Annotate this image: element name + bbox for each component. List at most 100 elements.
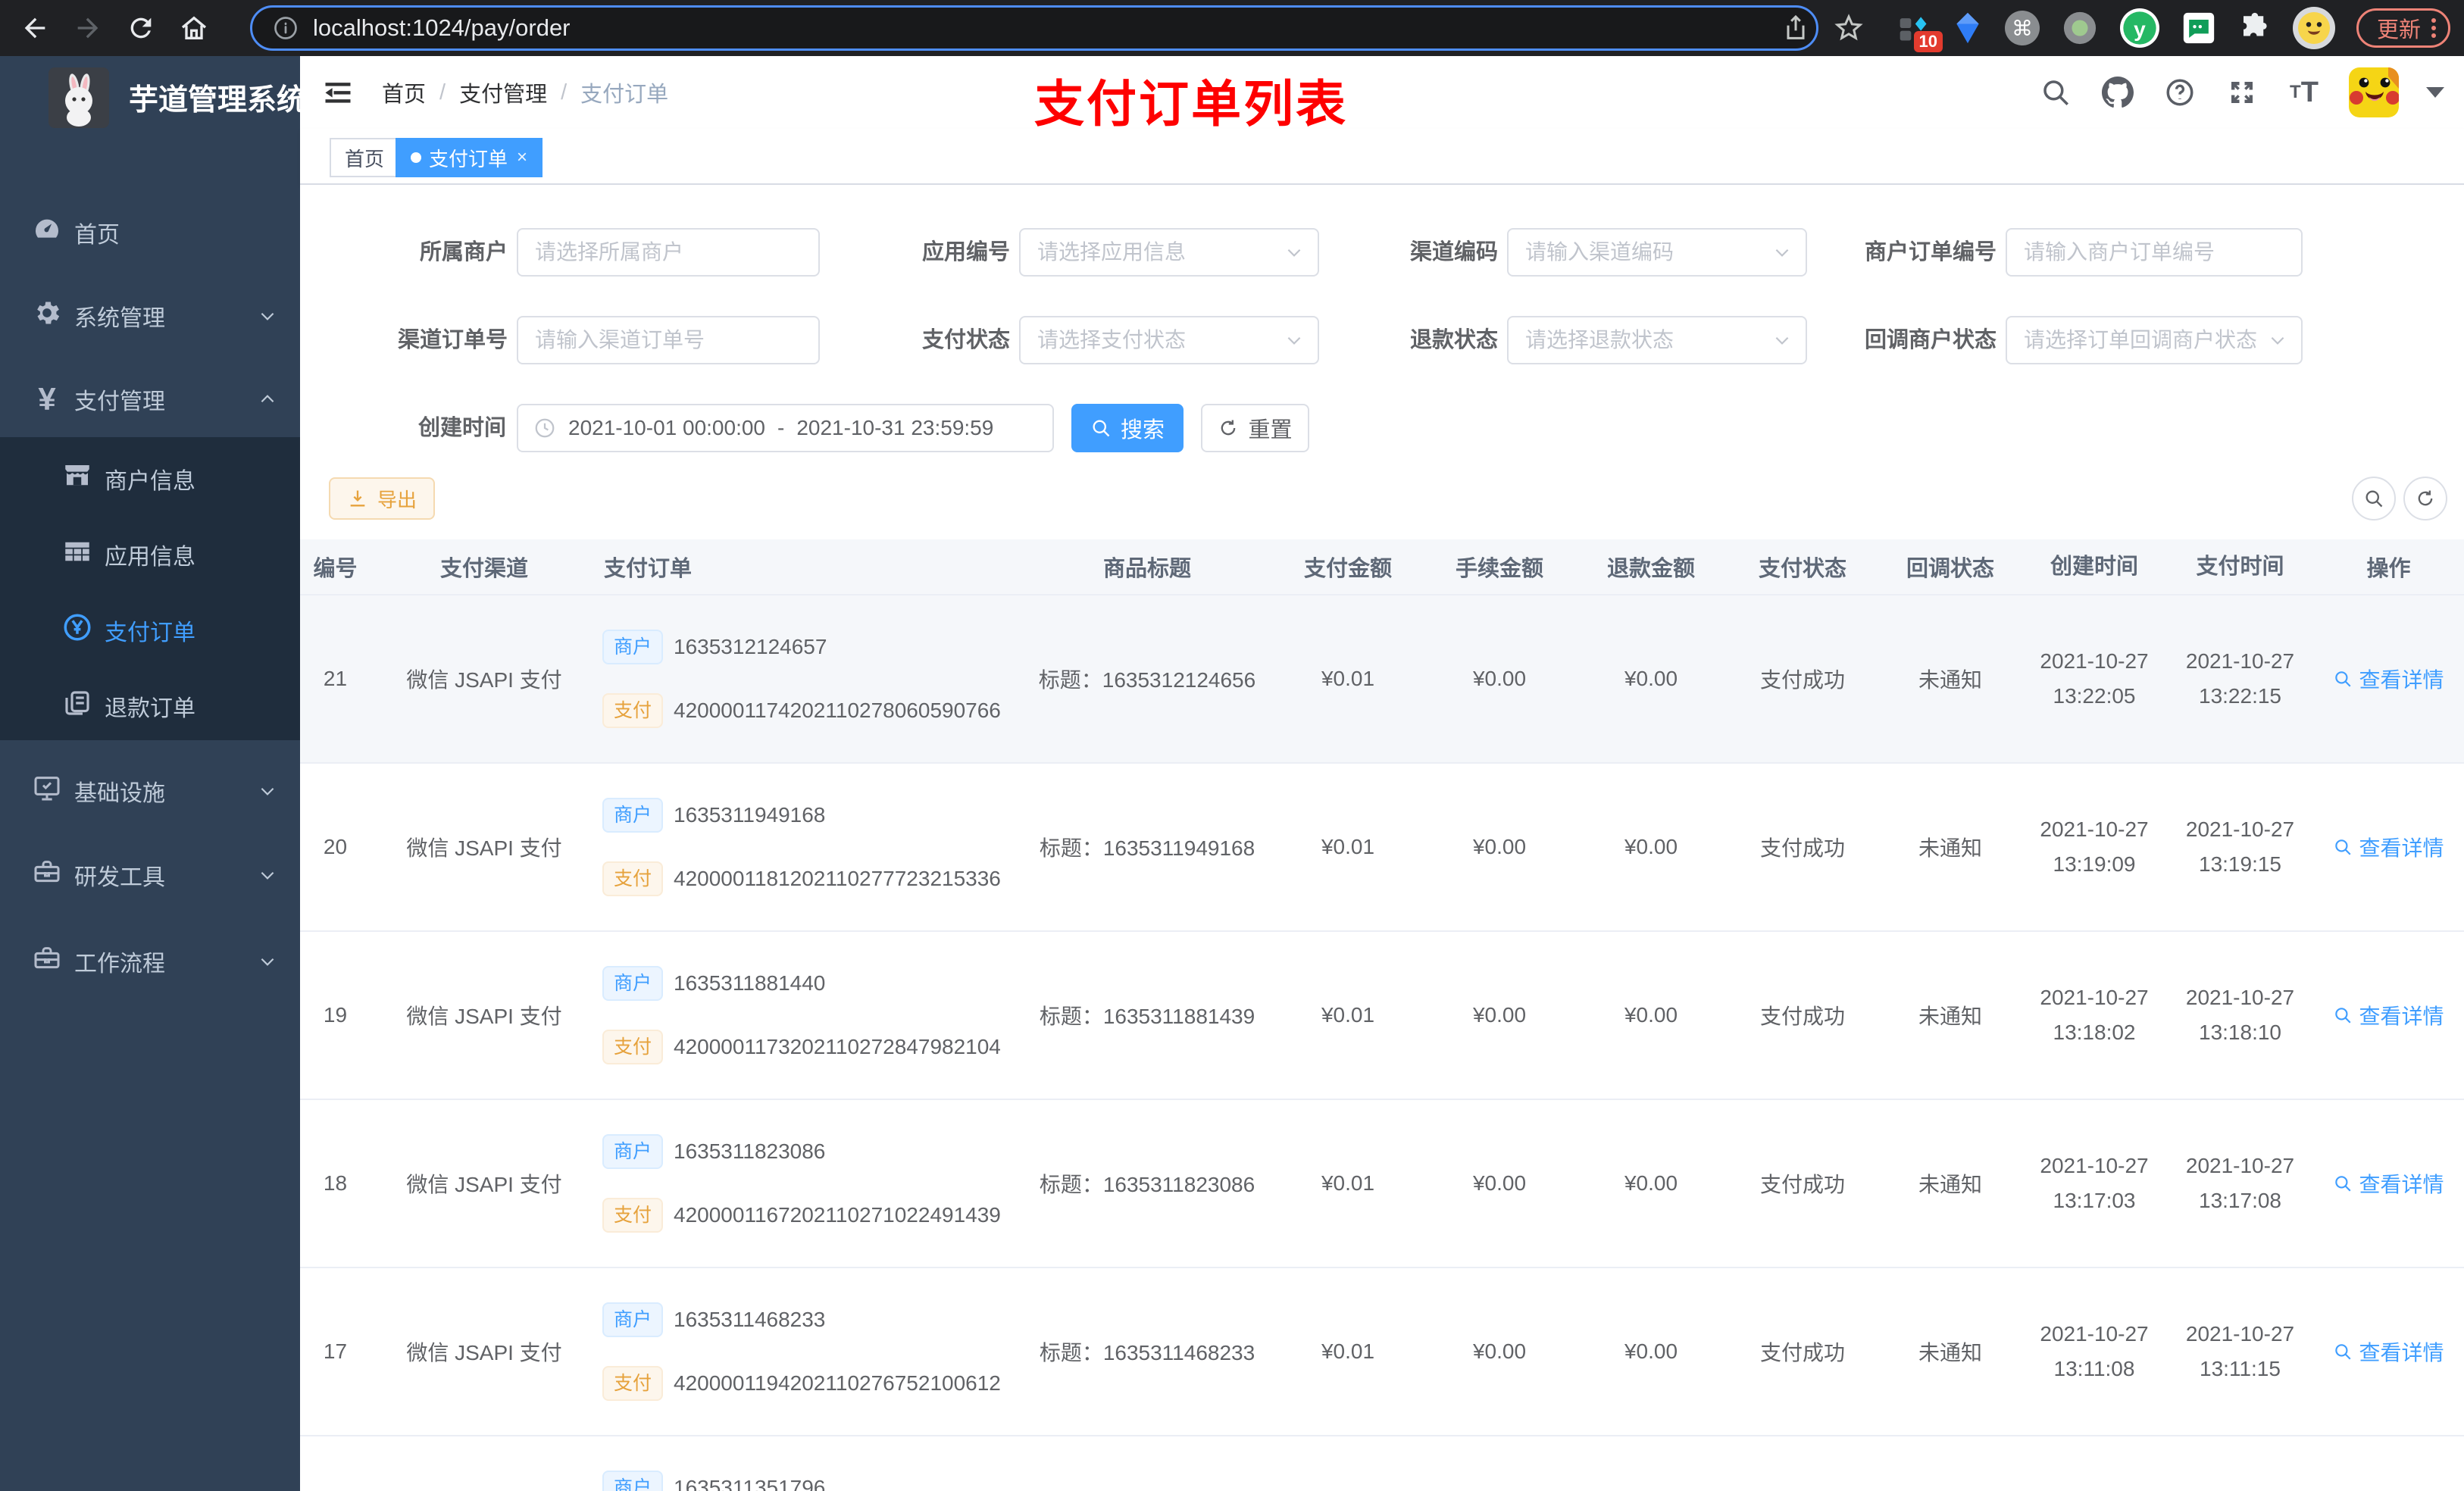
address-bar[interactable]: localhost:1024/pay/order	[250, 5, 1818, 51]
search-icon	[2366, 490, 2383, 508]
extension-gem-icon[interactable]	[1953, 11, 1982, 45]
breadcrumb-home[interactable]: 首页	[382, 77, 426, 108]
grid-icon	[58, 536, 97, 574]
merchant-input[interactable]	[518, 230, 818, 274]
notify-status: 未通知	[1918, 1005, 1982, 1028]
merchant-select[interactable]	[517, 228, 820, 277]
bookmark-star-icon[interactable]	[1834, 13, 1864, 43]
sidebar-item-refund-order[interactable]: 退款订单	[0, 668, 300, 744]
view-detail-link[interactable]: 查看详情	[2333, 664, 2444, 694]
extension-record-icon[interactable]	[2062, 11, 2097, 45]
sidebar-item-dev-tools[interactable]: 研发工具	[0, 839, 300, 911]
extension-y-icon[interactable]: y	[2119, 8, 2159, 48]
view-detail-link[interactable]: 查看详情	[2333, 1000, 2444, 1030]
close-tab-icon[interactable]: ×	[517, 147, 527, 168]
order-id: 19	[323, 1003, 348, 1027]
fee-amount: ¥0.00	[1472, 835, 1527, 858]
merchant-order-no-input[interactable]	[2007, 230, 2301, 274]
refresh-table-button[interactable]	[2403, 477, 2447, 520]
app-select[interactable]	[1019, 228, 1319, 277]
refund-status-input[interactable]	[1509, 318, 1806, 362]
clock-icon	[535, 418, 555, 438]
sidebar-item-workflow[interactable]: 工作流程	[0, 925, 300, 998]
help-icon[interactable]	[2162, 75, 2197, 110]
channel-order-no-field[interactable]	[517, 316, 820, 364]
show-search-toggle-button[interactable]	[2352, 477, 2396, 520]
sidebar-item-pay[interactable]: ¥ 支付管理	[0, 363, 300, 436]
search-icon[interactable]	[2038, 75, 2073, 110]
extension-chat-icon[interactable]	[2182, 11, 2215, 45]
browser-home-button[interactable]	[176, 10, 212, 46]
browser-back-button[interactable]	[17, 10, 53, 46]
refresh-icon	[1221, 420, 1236, 436]
chevron-up-icon	[261, 395, 274, 403]
merchant-order-no-field[interactable]	[2006, 228, 2303, 277]
tab-pay-order[interactable]: 支付订单 ×	[396, 138, 543, 177]
extension-tasks-icon[interactable]: 10	[1897, 11, 1943, 52]
user-avatar[interactable]	[2349, 67, 2399, 117]
channel-code-select[interactable]	[1507, 228, 1807, 277]
sidebar-item-merchant-info[interactable]: 商户信息	[0, 441, 300, 517]
sidebar-fold-icon[interactable]	[321, 76, 355, 109]
font-size-icon[interactable]: TT	[2287, 75, 2322, 110]
pay-status-select[interactable]	[1019, 316, 1319, 364]
tab-home[interactable]: 首页	[330, 138, 400, 177]
fullscreen-icon[interactable]	[2225, 75, 2259, 110]
view-detail-link[interactable]: 查看详情	[2333, 1336, 2444, 1367]
actions-cell: 查看详情	[2314, 1168, 2463, 1199]
chevron-down-icon	[261, 871, 274, 880]
toolbox-icon	[27, 857, 67, 894]
callback-status-input[interactable]	[2007, 318, 2301, 362]
pay-order-no: 4200001173202110272847982104	[674, 1035, 1001, 1058]
refund-amount: ¥0.00	[1624, 835, 1678, 858]
merchant-tag: 商户	[602, 1302, 664, 1337]
product-title: 标题：1635311823086	[1039, 1173, 1255, 1196]
chevron-down-icon	[1287, 336, 1301, 345]
browser-menu-icon[interactable]	[2431, 15, 2436, 41]
breadcrumb-pay[interactable]: 支付管理	[459, 77, 547, 108]
sidebar-item-home[interactable]: 首页	[0, 196, 300, 269]
browser-update-button[interactable]: 更新	[2356, 8, 2450, 48]
sidebar-item-infra[interactable]: 基础设施	[0, 755, 300, 827]
sidebar-item-app-info[interactable]: 应用信息	[0, 517, 300, 592]
sidebar-item-system[interactable]: 系统管理	[0, 280, 300, 352]
share-icon[interactable]	[1781, 13, 1811, 43]
export-button[interactable]: 导出	[329, 477, 435, 520]
refund-status-select[interactable]	[1507, 316, 1807, 364]
site-info-icon[interactable]	[272, 14, 299, 42]
channel-code-input[interactable]	[1509, 230, 1806, 274]
extensions-puzzle-icon[interactable]	[2238, 12, 2270, 44]
pay-tag: 支付	[602, 1198, 664, 1233]
view-detail-link[interactable]: 查看详情	[2333, 832, 2444, 862]
order-id: 17	[323, 1339, 348, 1363]
app-input[interactable]	[1021, 230, 1318, 274]
browser-reload-button[interactable]	[123, 10, 159, 46]
profile-avatar-icon[interactable]	[2292, 7, 2335, 49]
filter-label-create-time: 创建时间	[417, 416, 506, 440]
date-range-picker[interactable]: 2021-10-01 00:00:00 - 2021-10-31 23:59:5…	[517, 404, 1054, 452]
merchant-order-no: 1635311949168	[674, 803, 826, 827]
app-logo-row[interactable]: 芋道管理系统	[0, 56, 306, 139]
sidebar-item-pay-order[interactable]: 支付订单	[0, 592, 300, 668]
extension-command-icon[interactable]: ⌘	[2004, 11, 2040, 45]
pay-status-input[interactable]	[1021, 318, 1318, 362]
col-title: 商品标题	[1102, 557, 1191, 581]
channel-order-no-input[interactable]	[518, 318, 818, 362]
github-icon[interactable]	[2100, 75, 2135, 110]
pay-order-cell: 商户 1635312124657 支付 42000011742021102780…	[598, 630, 1022, 728]
filter-label-app: 应用编号	[921, 240, 1010, 264]
refund-amount: ¥0.00	[1624, 1171, 1678, 1195]
browser-forward-button[interactable]	[70, 10, 106, 46]
col-fee: 手续金额	[1455, 557, 1543, 581]
callback-status-select[interactable]	[2006, 316, 2303, 364]
notify-status: 未通知	[1918, 1173, 1982, 1196]
avatar-caret-icon[interactable]	[2426, 87, 2444, 98]
pay-amount: ¥0.01	[1321, 667, 1375, 690]
pay-tag: 支付	[602, 693, 664, 728]
view-detail-link[interactable]: 查看详情	[2333, 1168, 2444, 1199]
filter-label-channel-order-no: 渠道订单号	[397, 328, 508, 352]
search-button[interactable]: 搜索	[1071, 404, 1184, 452]
extension-badge: 10	[1913, 31, 1943, 52]
reset-button[interactable]: 重置	[1201, 404, 1309, 452]
col-created: 创建时间	[2050, 555, 2138, 579]
